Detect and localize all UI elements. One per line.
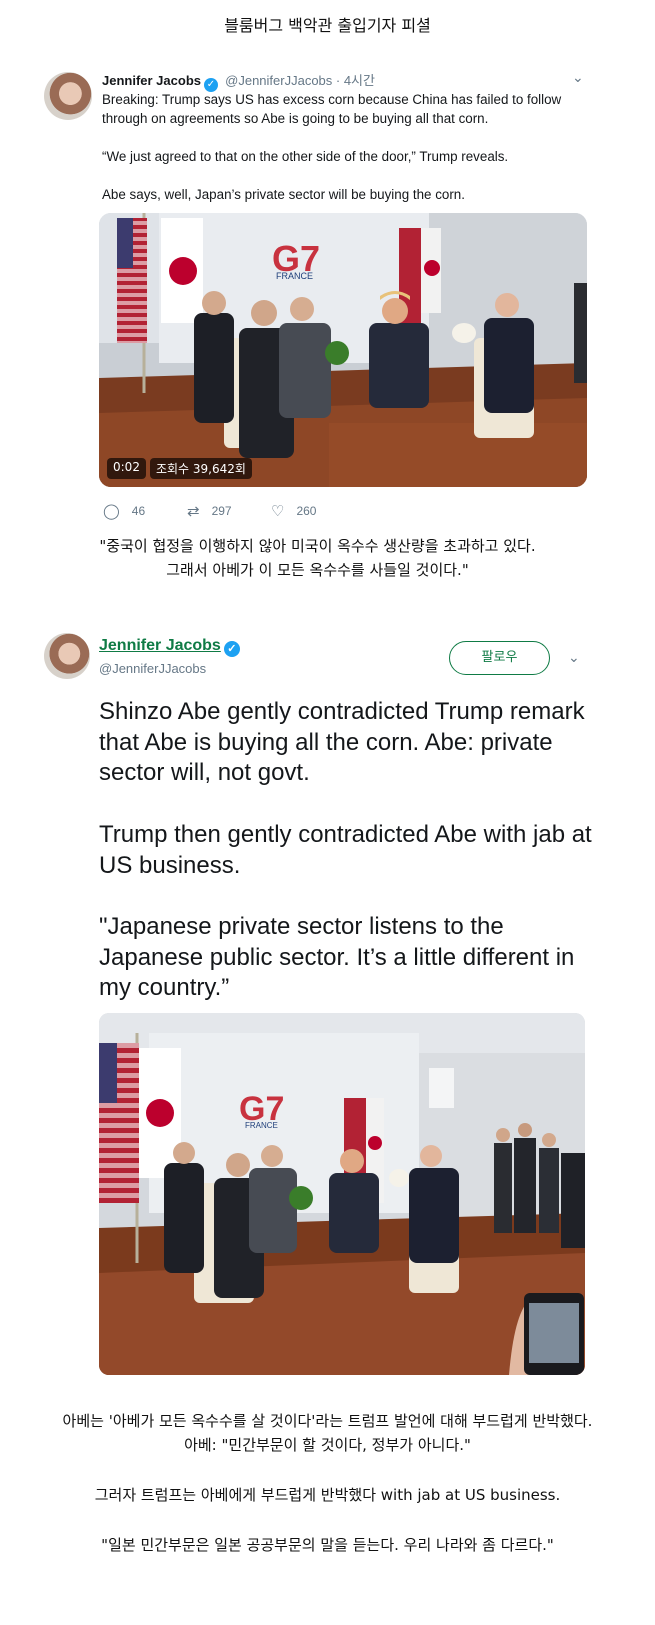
chevron-down-icon[interactable]: ⌄	[572, 70, 584, 86]
logo-sub: FRANCE	[276, 271, 313, 281]
page-title: 블룸버그 백악관 출입기자 피셜	[224, 16, 431, 35]
tweet-paragraph: Shinzo Abe gently contradicted Trump rem…	[99, 698, 585, 787]
video-frame: G7 FRANCE	[99, 213, 587, 487]
tweet-text: Breaking: Trump says US has excess corn …	[102, 90, 602, 223]
tweet-video[interactable]: G7 FRANCE 0:02 조회수 39,642회	[99, 213, 587, 487]
like-count: 260	[296, 504, 317, 518]
avatar[interactable]	[44, 72, 92, 120]
tweet-photo[interactable]: G7 FRANCE	[99, 1013, 585, 1375]
caption-line: "일본 민간부문은 일본 공공부문의 말을 듣는다. 우리 나라와 좀 다르다.…	[101, 1536, 554, 1554]
chevron-down-icon[interactable]: ⌄	[568, 650, 580, 666]
tweet-line: Breaking: Trump says US has excess corn …	[102, 92, 562, 126]
like-button[interactable]: ♡ 260	[271, 502, 355, 520]
video-duration: 0:02	[107, 458, 146, 479]
heart-icon: ♡	[271, 503, 285, 520]
tweet-text: Shinzo Abe gently contradicted Trump rem…	[99, 697, 599, 1004]
verified-icon: ✓	[223, 641, 240, 657]
author-handle[interactable]: @JenniferJJacobs · 4시간	[225, 73, 375, 88]
caption-2: 아베는 '아베가 모든 옥수수를 살 것이다'라는 트럼프 발언에 대해 부드럽…	[0, 1409, 655, 1557]
tweet-line: “We just agreed to that on the other sid…	[102, 149, 509, 164]
avatar[interactable]	[44, 633, 90, 679]
caption-1: "중국이 협정을 이행하지 않아 미국이 옥수수 생산량을 초과하고 있다. 그…	[0, 534, 635, 582]
tweet-paragraph: Trump then gently contradicted Abe with …	[99, 820, 592, 879]
tweet-actions: ◯ 46 ⇄ 297 ♡ 260	[103, 502, 355, 520]
retweet-icon: ⇄	[187, 503, 200, 520]
retweet-count: 297	[211, 504, 232, 518]
caption-line: 아베는 '아베가 모든 옥수수를 살 것이다'라는 트럼프 발언에 대해 부드럽…	[62, 1412, 593, 1430]
video-views: 조회수 39,642회	[149, 458, 252, 479]
follow-button[interactable]: 팔로우	[449, 641, 550, 675]
author-name[interactable]: Jennifer Jacobs	[102, 73, 201, 88]
reply-icon: ◯	[103, 503, 120, 520]
tweet-paragraph: "Japanese private sector listens to the …	[99, 912, 575, 1002]
tweet-line: Abe says, well, Japan’s private sector w…	[102, 187, 465, 202]
caption-line: "중국이 협정을 이행하지 않아 미국이 옥수수 생산량을 초과하고 있다.	[99, 537, 536, 555]
author-name-text: Jennifer Jacobs	[99, 637, 221, 654]
caption-line: 그래서 아베가 이 모든 옥수수를 사들일 것이다."	[166, 561, 469, 579]
reply-count: 46	[131, 504, 146, 518]
caption-line: 그러자 트럼프는 아베에게 부드럽게 반박했다 with jab at US b…	[94, 1486, 561, 1504]
caption-line: 아베: "민간부문이 할 것이다, 정부가 아니다."	[184, 1436, 471, 1454]
retweet-button[interactable]: ⇄ 297	[187, 502, 271, 520]
logo-sub: FRANCE	[245, 1121, 278, 1130]
photo-frame: G7 FRANCE	[99, 1013, 585, 1375]
author-name[interactable]: Jennifer Jacobs ✓	[99, 637, 243, 657]
video-badge: 0:02 조회수 39,642회	[107, 458, 252, 479]
reply-button[interactable]: ◯ 46	[103, 502, 187, 520]
tweet-header: Jennifer Jacobs ✓ @JenniferJJacobs · 4시간	[102, 70, 375, 92]
author-handle[interactable]: @JenniferJJacobs	[99, 661, 206, 676]
